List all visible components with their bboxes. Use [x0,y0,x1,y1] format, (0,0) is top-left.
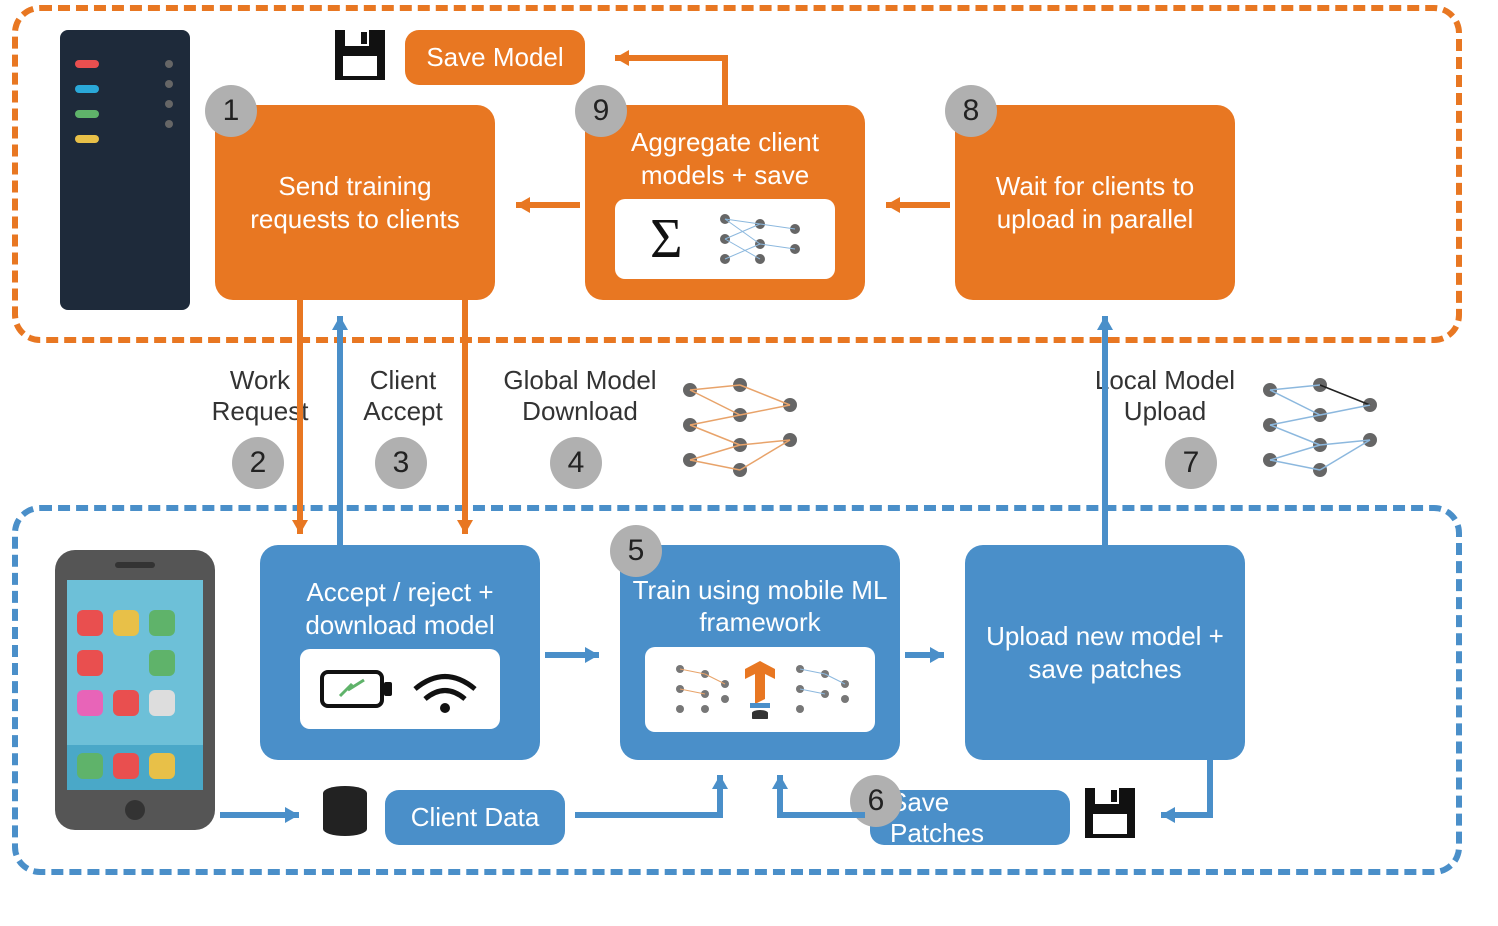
arrow-patches-to-train [770,760,870,820]
arrow-train-to-upload [905,645,960,665]
server-icon [60,30,190,320]
step-5-num: 5 [628,534,645,568]
aggregate-inner: Σ [615,199,835,279]
accept-inner [300,649,500,729]
step-8-text: Wait for clients to upload in parallel [965,170,1225,235]
client-data-box: Client Data [385,790,565,845]
nn-global-icon [675,370,805,480]
accept-reject-box: Accept / reject + download model [260,545,540,760]
step-8-num: 8 [963,94,980,128]
floppy-icon [335,30,390,85]
step-6-num: 6 [868,784,885,818]
svg-text:Σ: Σ [650,209,683,269]
tensorflow-icon [740,659,780,719]
arrow-9-to-1 [500,195,580,215]
nn-small-icon [715,209,805,269]
client-accept-label: Client Accept [348,365,458,427]
arrow-8-to-9 [870,195,950,215]
step-1-box: Send training requests to clients [215,105,495,300]
step-5-badge: 5 [610,525,662,577]
save-model-text: Save Model [426,42,563,73]
nn-local-icon [1255,370,1385,480]
arrow-accept-to-train [545,645,615,665]
step-5-box: Train using mobile ML framework [620,545,900,760]
arrow-work-request [290,300,310,550]
step-3-badge: 3 [375,437,427,489]
arrow-client-accept [330,300,350,550]
step-4-badge: 4 [550,437,602,489]
nn-train-out-icon [790,659,850,719]
arrow-upload-to-floppy [1145,760,1225,820]
upload-box: Upload new model + save patches [965,545,1245,760]
step-7-badge: 7 [1165,437,1217,489]
client-data-text: Client Data [411,802,540,833]
step-9-box: Aggregate client models + save Σ [585,105,865,300]
step-8-box: Wait for clients to upload in parallel [955,105,1235,300]
step-1-num: 1 [223,94,240,128]
step-3-num: 3 [393,446,410,480]
arrow-9-to-save [595,50,735,110]
step-9-text: Aggregate client models + save [595,126,855,191]
arrow-phone-to-db [220,805,315,825]
database-icon [320,785,370,845]
global-download-label: Global Model Download [490,365,670,427]
upload-text: Upload new model + save patches [975,620,1235,685]
arrow-global-download [455,300,475,550]
global-download-text: Global Model Download [503,365,656,426]
step-4-num: 4 [568,446,585,480]
train-inner [645,647,875,732]
step-7-num: 7 [1183,446,1200,480]
step-5-text: Train using mobile ML framework [630,574,890,639]
step-2-badge: 2 [232,437,284,489]
battery-icon [320,664,400,714]
accept-reject-text: Accept / reject + download model [270,576,530,641]
step-1-text: Send training requests to clients [225,170,485,235]
step-8-badge: 8 [945,85,997,137]
step-1-badge: 1 [205,85,257,137]
save-patches-text: Save Patches [890,787,1050,849]
nn-train-in-icon [670,659,730,719]
wifi-icon [410,664,480,714]
sigma-icon: Σ [645,209,705,269]
local-upload-text: Local Model Upload [1095,365,1235,426]
arrow-clientdata-to-train [575,760,735,820]
save-model-box: Save Model [405,30,585,85]
arrow-local-upload [1095,300,1115,550]
step-2-num: 2 [250,446,267,480]
floppy-icon-bottom [1085,788,1140,843]
client-accept-text: Client Accept [363,365,443,426]
phone-icon [55,550,215,840]
